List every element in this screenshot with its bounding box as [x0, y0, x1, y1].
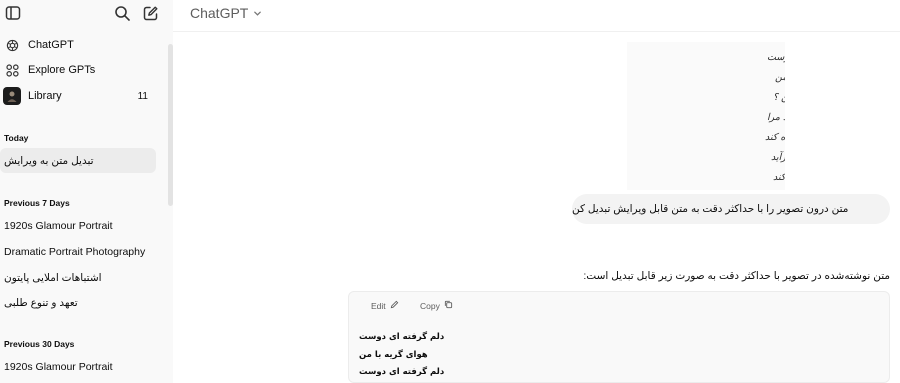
nav-chatgpt[interactable]: ChatGPT: [0, 33, 160, 57]
history-item[interactable]: تعهد و تنوع طلبی: [0, 290, 156, 315]
edit-label: Edit: [371, 300, 386, 311]
assistant-intro-text: متن نوشته‌شده در تصویر با حداکثر دقت به …: [583, 270, 890, 282]
pencil-icon: [390, 300, 399, 311]
history-item[interactable]: اشتباهات املایی پایتون: [0, 265, 156, 290]
history-item[interactable]: Dramatic Portrait Photography: [0, 239, 156, 264]
user-message-text: متن درون تصویر را با حداکثر دقت به متن ق…: [572, 203, 849, 215]
uploaded-handwriting-image[interactable]: دلم گرفته ای دوست دلم گرفته ای دوست هوای…: [627, 42, 785, 190]
code-line: دلم گرفته ای دوست: [359, 367, 445, 377]
section-header-previous-7-days: Previous 7 Days: [4, 198, 70, 208]
handwriting-line: دلم گرفته ای دوست هوای گریه با من: [775, 71, 785, 83]
history-item[interactable]: 1920s Glamour Portrait: [0, 354, 156, 379]
edit-button[interactable]: Edit: [371, 300, 399, 311]
nav-label: Library: [28, 90, 62, 102]
search-icon[interactable]: [113, 4, 131, 22]
handwriting-line: کجا روم ، که راهی بگشاید مرا: [767, 111, 785, 123]
top-bar: ChatGPT: [173, 0, 900, 32]
nav-explore-gpts[interactable]: Explore GPTs: [0, 58, 160, 82]
sidebar-toolbar: [0, 0, 173, 28]
sidebar: ChatGPT Explore GPTs Library 11 Today تب…: [0, 0, 173, 383]
chat-main: ChatGPT دلم گرفته ای دوست دلم گرفته ای د…: [173, 0, 900, 383]
new-chat-icon[interactable]: [141, 4, 159, 22]
chevron-down-icon: [253, 5, 262, 21]
code-block: Edit Copy دلم گرفته ای دوست هوای گریه با…: [348, 291, 890, 383]
nav-label: ChatGPT: [28, 39, 74, 51]
copy-icon: [444, 300, 453, 311]
handwriting-line: دلم گرفته ای دوست: [767, 51, 785, 63]
code-line: هوای گریه با من: [359, 350, 428, 360]
model-name: ChatGPT: [190, 5, 249, 21]
copy-button[interactable]: Copy: [420, 300, 453, 311]
library-count-badge: 11: [137, 90, 148, 102]
section-header-today: Today: [4, 133, 29, 143]
nav-library[interactable]: Library 11: [0, 84, 160, 108]
handwriting-line: چشمهٔ پاره پاره، دل ما، رها کند: [773, 172, 785, 183]
section-header-previous-30-days: Previous 30 Days: [4, 339, 75, 349]
history-item[interactable]: تبدیل متن به ویرایش: [0, 148, 156, 173]
model-selector[interactable]: ChatGPT: [190, 5, 262, 21]
handwriting-line: گر از قفس گریزم کجا روم ، کجا من ؟: [773, 91, 785, 103]
handwriting-line: نسیم آشنایی از سرزمینی برآید: [771, 151, 785, 163]
toggle-sidebar-icon[interactable]: [4, 4, 22, 22]
history-item[interactable]: 1920s Glamour Portrait: [0, 213, 156, 238]
nav-label: Explore GPTs: [28, 64, 96, 76]
chatgpt-logo-icon: [5, 38, 19, 52]
library-thumbnail-icon: [3, 87, 21, 105]
code-line: دلم گرفته ای دوست: [359, 332, 445, 342]
copy-label: Copy: [420, 300, 440, 311]
grid-icon: [5, 63, 19, 77]
user-message-bubble: متن درون تصویر را با حداکثر دقت به متن ق…: [572, 194, 890, 224]
handwriting-line: که دیده، بگشایم هر آنچه نگاه کند: [765, 131, 785, 143]
